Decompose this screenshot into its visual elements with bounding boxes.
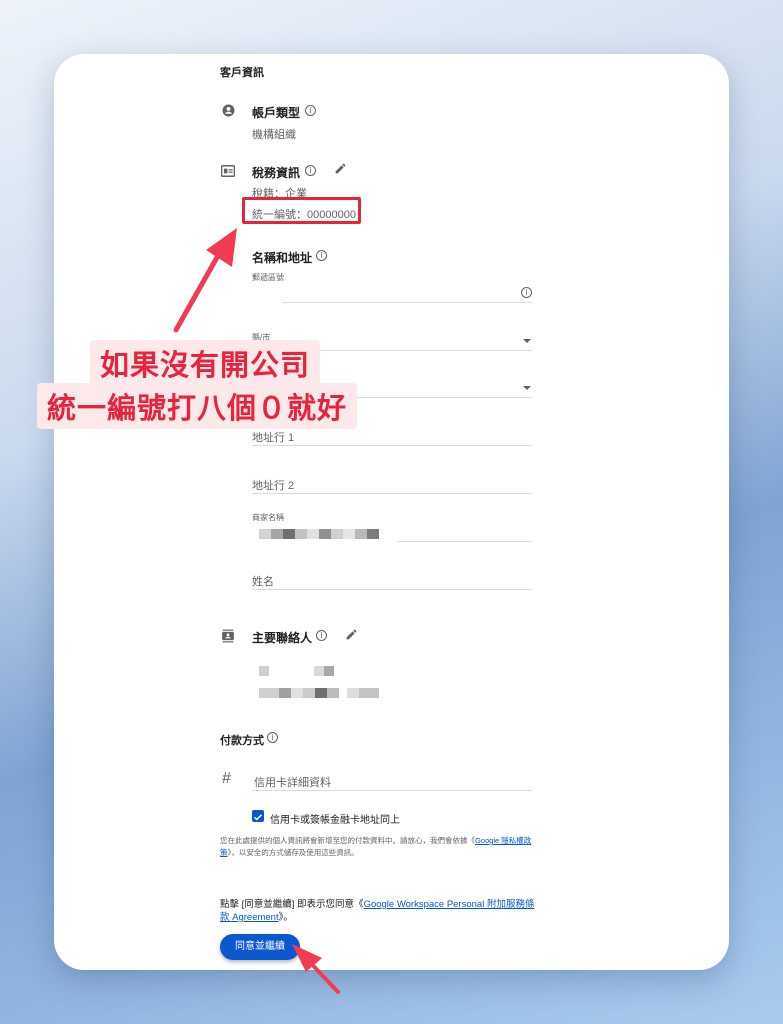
arrow-head-tax-id	[206, 228, 237, 267]
arrow-to-tax-id	[173, 242, 227, 333]
annotation-line2: 統一編號打八個０就好	[37, 383, 358, 429]
annotation-line1: 如果沒有開公司	[90, 340, 321, 386]
annotation-arrows	[173, 228, 340, 994]
